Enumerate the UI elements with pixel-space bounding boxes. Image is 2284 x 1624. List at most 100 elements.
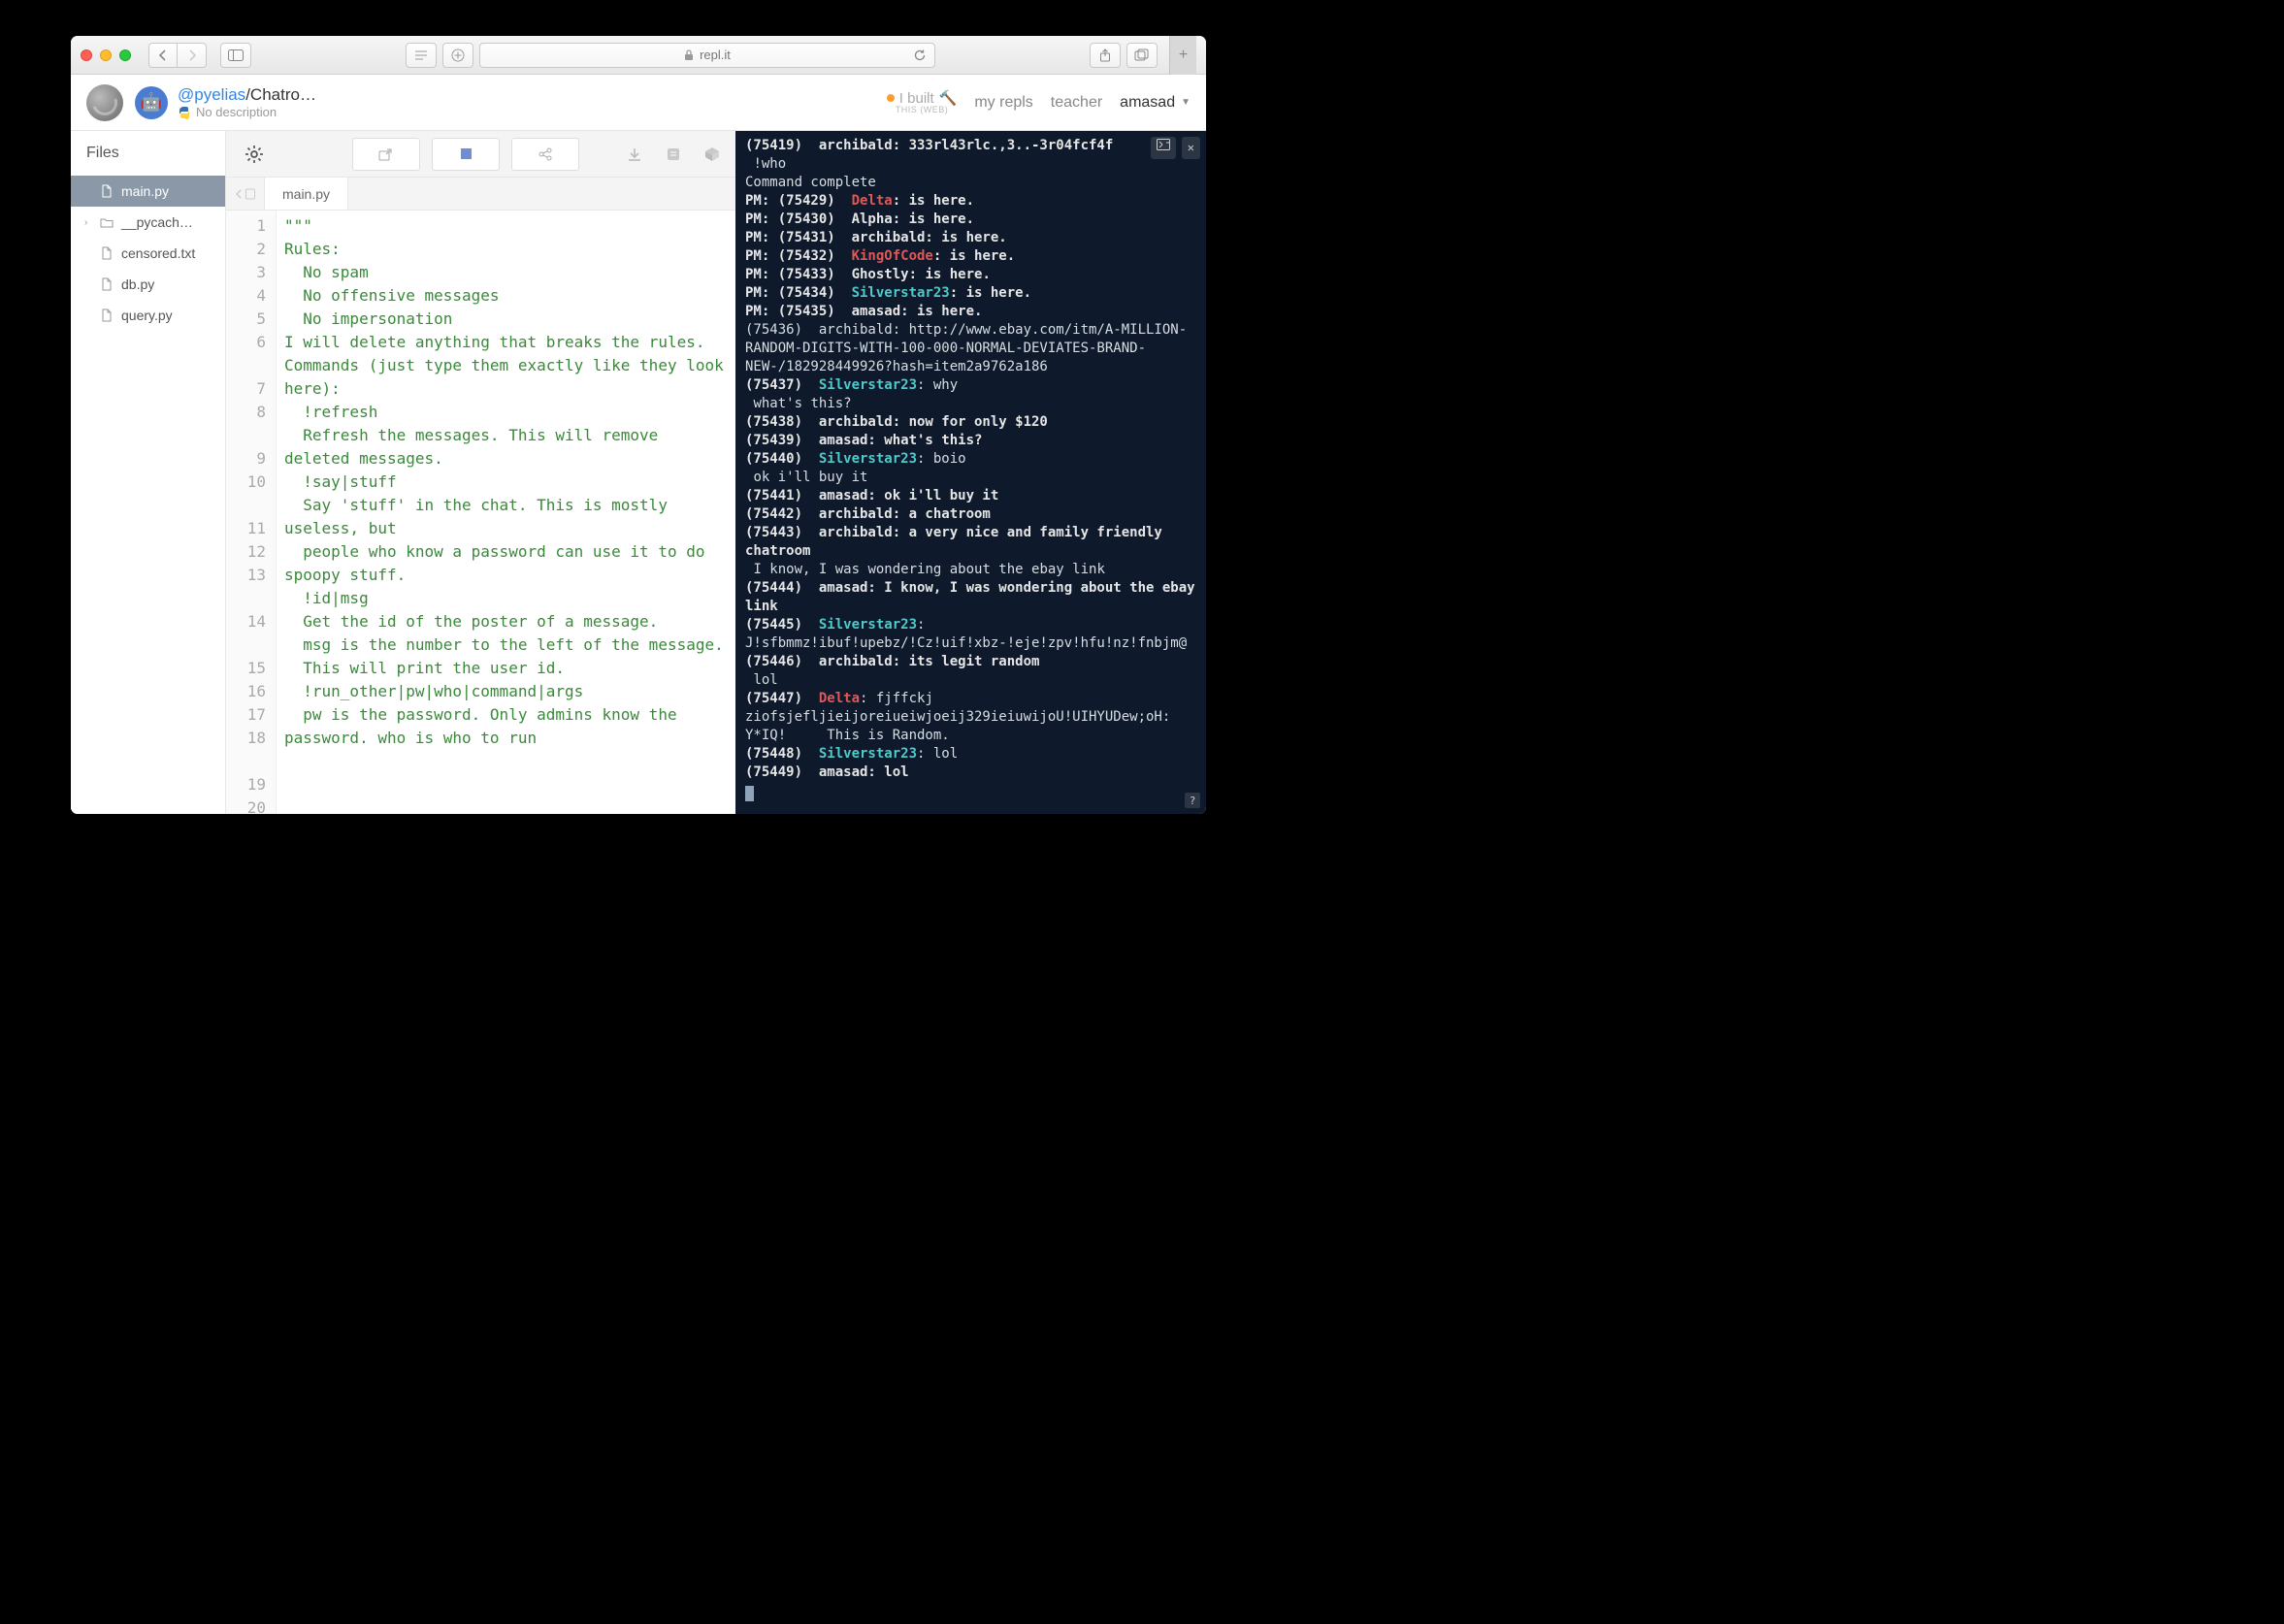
console-line: Command complete	[745, 174, 1196, 192]
share-button[interactable]	[1090, 43, 1121, 68]
project-info: @pyelias/Chatro… No description	[178, 85, 316, 119]
console-line: (75439) amasad: what's this?	[745, 432, 1196, 450]
python-icon	[178, 106, 191, 119]
app-header: 🤖 @pyelias/Chatro… No description I buil…	[71, 75, 1206, 131]
console-line: PM: (75434) Silverstar23: is here.	[745, 284, 1196, 303]
console-close-icon[interactable]: ✕	[1182, 137, 1200, 159]
line-gutter: 1 2 3 4 5 6 7 8 9 10 11 12 13 14 15 16 1…	[226, 211, 277, 814]
file-name-label: query.py	[121, 308, 173, 323]
address-bar-group: repl.it	[259, 43, 1082, 68]
reader-button[interactable]	[406, 43, 437, 68]
editor-panel: main.py 1 2 3 4 5 6 7 8 9 10 11 12 13 14…	[226, 131, 735, 814]
code-line: Say 'stuff' in the chat. This is mostly …	[284, 494, 728, 540]
reload-icon[interactable]	[913, 49, 927, 62]
forward-button[interactable]	[178, 43, 207, 68]
download-button[interactable]	[623, 146, 646, 162]
console-line: (75445) Silverstar23: J!sfbmmz!ibuf!upeb…	[745, 616, 1196, 653]
code-line: !id|msg	[284, 587, 728, 610]
current-user-label: amasad	[1120, 94, 1175, 112]
console-line: (75447) Delta: fjffckj ziofsjefljieijore…	[745, 690, 1196, 745]
project-name[interactable]: Chatro…	[250, 85, 316, 104]
i-built-this-badge[interactable]: I built🔨 THIS (WEB)	[887, 91, 958, 114]
file-name-label: __pycach…	[121, 214, 193, 230]
code-line: !say|stuff	[284, 471, 728, 494]
nav-teacher[interactable]: teacher	[1051, 94, 1102, 112]
new-tab-button[interactable]: +	[1169, 36, 1196, 75]
stop-button[interactable]	[432, 138, 500, 171]
file-name-label: main.py	[121, 183, 169, 199]
console-open-icon[interactable]	[1151, 137, 1176, 159]
code-line: Commands (just type them exactly like th…	[284, 354, 728, 401]
code-line: Rules:	[284, 238, 728, 261]
file-item[interactable]: db.py	[71, 269, 225, 300]
console-help-icon[interactable]: ?	[1185, 793, 1200, 808]
add-button[interactable]	[442, 43, 473, 68]
tabs-button[interactable]	[1126, 43, 1158, 68]
console-line: (75437) Silverstar23: why	[745, 376, 1196, 395]
replit-logo[interactable]	[86, 84, 123, 121]
code-line: No spam	[284, 261, 728, 284]
editor-tabs: main.py	[226, 178, 735, 211]
console-line: I know, I was wondering about the ebay l…	[745, 561, 1196, 579]
console-line: PM: (75430) Alpha: is here.	[745, 211, 1196, 229]
code-editor[interactable]: 1 2 3 4 5 6 7 8 9 10 11 12 13 14 15 16 1…	[226, 211, 735, 814]
console-line: (75441) amasad: ok i'll buy it	[745, 487, 1196, 505]
file-item[interactable]: main.py	[71, 176, 225, 207]
file-name-label: db.py	[121, 276, 154, 292]
sidebar-toggle-button[interactable]	[220, 43, 251, 68]
file-item[interactable]: query.py	[71, 300, 225, 331]
url-host: repl.it	[700, 48, 731, 62]
console-line: PM: (75431) archibald: is here.	[745, 229, 1196, 247]
console-line: (75448) Silverstar23: lol	[745, 745, 1196, 763]
console-line: (75438) archibald: now for only $120	[745, 413, 1196, 432]
browser-right-buttons	[1090, 43, 1158, 68]
export-button[interactable]	[352, 138, 420, 171]
back-button[interactable]	[148, 43, 178, 68]
address-bar[interactable]: repl.it	[479, 43, 935, 68]
files-panel: Files main.py›__pycach…censored.txtdb.py…	[71, 131, 226, 814]
share-repl-button[interactable]	[511, 138, 579, 171]
chevron-down-icon: ▼	[1181, 97, 1191, 108]
console-line: (75443) archibald: a very nice and famil…	[745, 524, 1196, 561]
code-content: """Rules: No spam No offensive messages …	[277, 211, 735, 814]
window-controls	[81, 49, 131, 61]
file-tab-main[interactable]: main.py	[265, 178, 348, 210]
nav-back-forward	[148, 43, 207, 68]
console-cursor	[745, 786, 754, 801]
settings-button[interactable]	[238, 138, 271, 171]
package-button[interactable]	[701, 146, 724, 163]
project-description: No description	[178, 105, 316, 119]
folder-item[interactable]: ›__pycach…	[71, 207, 225, 238]
code-line: No offensive messages	[284, 284, 728, 308]
console-line: (75442) archibald: a chatroom	[745, 505, 1196, 524]
code-line: Get the id of the poster of a message.	[284, 610, 728, 633]
console-line: (75449) amasad: lol	[745, 763, 1196, 782]
file-name-label: censored.txt	[121, 245, 195, 261]
user-menu[interactable]: amasad ▼	[1120, 94, 1191, 112]
notes-button[interactable]	[662, 146, 685, 162]
maximize-window-button[interactable]	[119, 49, 131, 61]
console-line: (75446) archibald: its legit random	[745, 653, 1196, 671]
code-line: I will delete anything that breaks the r…	[284, 331, 728, 354]
console-line: ok i'll buy it	[745, 469, 1196, 487]
hammer-icon: 🔨	[939, 91, 958, 106]
nav-my-repls[interactable]: my repls	[974, 94, 1032, 112]
code-line: people who know a password can use it to…	[284, 540, 728, 587]
close-window-button[interactable]	[81, 49, 92, 61]
console-panel[interactable]: ✕ (75419) archibald: 333rl43rlc.,3..-3r0…	[735, 131, 1206, 814]
console-line: (75440) Silverstar23: boio	[745, 450, 1196, 469]
editor-toolbar	[226, 131, 735, 178]
console-line: PM: (75435) amasad: is here.	[745, 303, 1196, 321]
code-line: msg is the number to the left of the mes…	[284, 633, 728, 657]
repo-avatar[interactable]: 🤖	[135, 86, 168, 119]
console-line: PM: (75433) Ghostly: is here.	[745, 266, 1196, 284]
tab-history-nav[interactable]	[226, 178, 265, 210]
console-line: lol	[745, 671, 1196, 690]
code-line: No impersonation	[284, 308, 728, 331]
console-line: PM: (75429) Delta: is here.	[745, 192, 1196, 211]
minimize-window-button[interactable]	[100, 49, 112, 61]
file-icon	[100, 246, 114, 260]
project-owner[interactable]: @pyelias	[178, 85, 245, 104]
file-item[interactable]: censored.txt	[71, 238, 225, 269]
folder-icon	[100, 215, 114, 229]
